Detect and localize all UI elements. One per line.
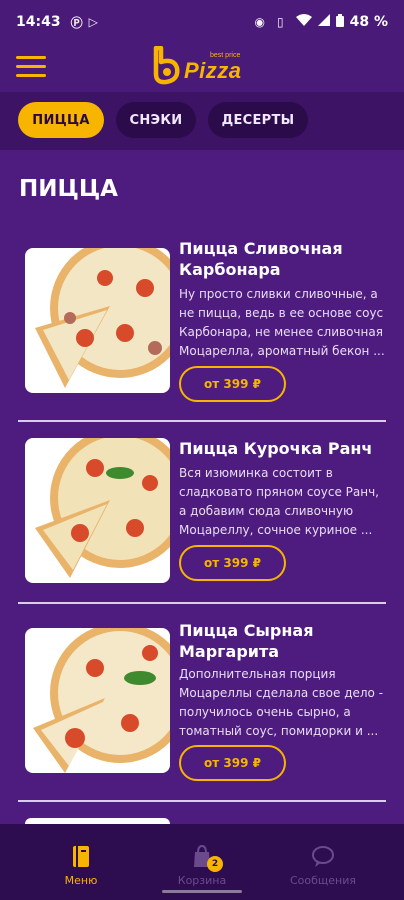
wifi-icon: [295, 14, 312, 30]
logo-brand: Pizza: [184, 58, 242, 83]
price-button[interactable]: от 399 ₽: [179, 366, 286, 402]
product-card[interactable]: Пицца Сливочная Карбонара Ну просто слив…: [18, 238, 388, 418]
product-image[interactable]: [25, 248, 170, 393]
price-button[interactable]: от 399 ₽: [179, 545, 286, 581]
logo-mark-icon: [153, 46, 180, 85]
home-indicator[interactable]: [162, 890, 242, 893]
chat-icon: [268, 842, 378, 868]
signal-icon: [317, 14, 330, 30]
product-name: Пицца Сливочная Карбонара: [179, 239, 343, 279]
vibrate-icon: ▯: [277, 15, 284, 29]
product-image[interactable]: [25, 628, 170, 773]
nav-label: Сообщения: [289, 874, 356, 887]
status-time: 14:43: [16, 14, 61, 30]
cart-icon: [147, 842, 257, 868]
product-name: Пицца Сырная Маргарита: [179, 621, 314, 661]
nav-cart[interactable]: 2 Корзина: [147, 842, 257, 887]
category-tabs: ПИЦЦА СНЭКИ ДЕСЕРТЫ: [0, 92, 404, 150]
divider: [18, 602, 386, 604]
nav-menu[interactable]: Меню: [26, 842, 136, 887]
bottom-nav: Меню 2 Корзина Сообщения: [0, 824, 404, 900]
battery-icon: [335, 13, 344, 31]
product-name: Пицца Курочка Ранч: [179, 439, 373, 458]
eye-icon: ◉: [254, 15, 265, 29]
product-card[interactable]: Пицца Курочка Ранч Вся изюминка состоит …: [18, 436, 388, 596]
section-title: ПИЦЦА: [19, 176, 118, 202]
product-description: Ну просто сливки сливочные, а не пицца, …: [179, 287, 385, 358]
nav-messages[interactable]: Сообщения: [268, 842, 378, 887]
menu-icon[interactable]: [16, 56, 46, 80]
menu-book-icon: [26, 842, 136, 868]
play-icon: ▷: [88, 15, 98, 29]
tab-snacks[interactable]: СНЭКИ: [116, 102, 196, 138]
app-header: best price Pizza: [0, 44, 404, 92]
product-card[interactable]: Пицца Сырная Маргарита Дополнительная по…: [18, 618, 388, 798]
logo: best price Pizza: [152, 46, 256, 86]
divider: [18, 420, 386, 422]
nav-label: Меню: [64, 874, 98, 887]
product-description: Дополнительная порция Моцареллы сделала …: [179, 667, 384, 738]
tab-desserts[interactable]: ДЕСЕРТЫ: [208, 102, 308, 138]
status-bar: 14:43 Ⓟ ▷ ◉ ▯ 48 %: [0, 0, 404, 44]
product-image[interactable]: [25, 438, 170, 583]
product-description: Вся изюминка состоит в сладковато пряном…: [179, 466, 379, 537]
battery-percent: 48 %: [349, 14, 388, 30]
tab-pizza[interactable]: ПИЦЦА: [18, 102, 104, 138]
divider: [18, 800, 386, 802]
cart-badge: 2: [207, 856, 223, 872]
price-button[interactable]: от 399 ₽: [179, 745, 286, 781]
p-icon: Ⓟ: [70, 15, 83, 30]
nav-label: Корзина: [177, 874, 227, 887]
